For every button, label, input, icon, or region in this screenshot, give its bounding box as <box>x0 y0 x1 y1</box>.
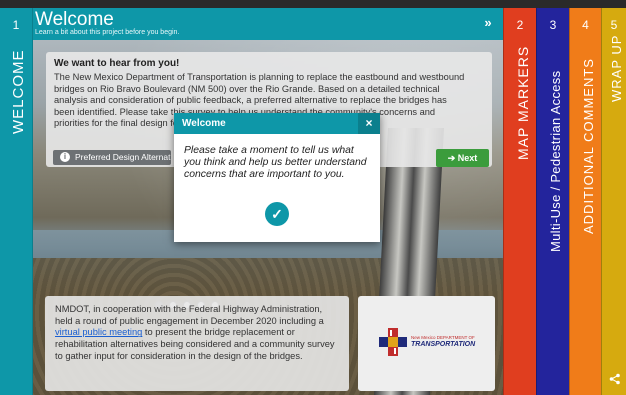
next-button[interactable]: ➔ Next <box>436 149 489 167</box>
page-title: Welcome <box>35 9 114 30</box>
tab-additional-comments[interactable]: 4 ADDITIONAL COMMENTS <box>569 8 601 395</box>
tab-label: Multi-Use / Pedestrian Access <box>548 70 563 252</box>
page-subtitle: Learn a bit about this project before yo… <box>35 29 180 36</box>
nmdot-logo-card: New Mexico DEPARTMENT OF TRANSPORTATION <box>358 296 495 391</box>
intro-heading: We want to hear from you! <box>54 58 180 69</box>
info-text: NMDOT, in cooperation with the Federal H… <box>55 304 339 363</box>
preferred-design-label: Preferred Design Alternative <box>75 152 171 162</box>
tab-number: 2 <box>516 18 524 32</box>
close-button[interactable]: × <box>358 113 380 134</box>
check-glyph: ✓ <box>271 206 283 222</box>
next-tab-button[interactable]: » <box>479 15 497 31</box>
next-button-label: Next <box>457 153 478 163</box>
tab-number: 5 <box>610 18 618 32</box>
check-circle-icon[interactable]: ✓ <box>265 202 289 226</box>
modal-title: Welcome <box>182 118 226 129</box>
arrow-right-icon: ➔ <box>447 153 456 163</box>
tab-map-markers[interactable]: 2 MAP MARKERS <box>503 8 536 395</box>
tab-number: 3 <box>549 18 557 32</box>
logo-text-line2: TRANSPORTATION <box>411 341 476 348</box>
info-icon: i <box>60 152 70 162</box>
tab-welcome[interactable]: 1 WELCOME <box>0 8 33 395</box>
logo-text-line1: New Mexico DEPARTMENT OF <box>411 335 475 340</box>
close-icon: × <box>365 116 373 130</box>
tab-label: WRAP UP <box>609 34 624 102</box>
virtual-meeting-link[interactable]: virtual public meeting <box>55 327 142 337</box>
tab-label: ADDITIONAL COMMENTS <box>581 58 596 234</box>
tab-multi-use-pedestrian-access[interactable]: 3 Multi-Use / Pedestrian Access <box>536 8 569 395</box>
chevrons-right-icon: » <box>484 15 492 30</box>
page-header: Welcome Learn a bit about this project b… <box>33 8 503 40</box>
window-top-bar <box>0 0 626 8</box>
tab-number: 1 <box>12 18 20 32</box>
share-icon[interactable] <box>609 373 621 385</box>
tab-label: WELCOME <box>10 49 27 134</box>
welcome-modal: Welcome × Please take a moment to tell u… <box>174 113 380 242</box>
info-card: NMDOT, in cooperation with the Federal H… <box>45 296 349 391</box>
tab-wrap-up[interactable]: 5 WRAP UP <box>601 8 626 395</box>
modal-body: Please take a moment to tell us what you… <box>184 145 367 180</box>
info-text-before: NMDOT, in cooperation with the Federal H… <box>55 304 324 326</box>
modal-header: Welcome × <box>174 113 380 134</box>
tab-number: 4 <box>582 18 589 32</box>
tab-label: MAP MARKERS <box>515 45 531 160</box>
zia-logo-icon <box>379 328 407 356</box>
preferred-design-button[interactable]: i Preferred Design Alternative <box>53 150 171 165</box>
